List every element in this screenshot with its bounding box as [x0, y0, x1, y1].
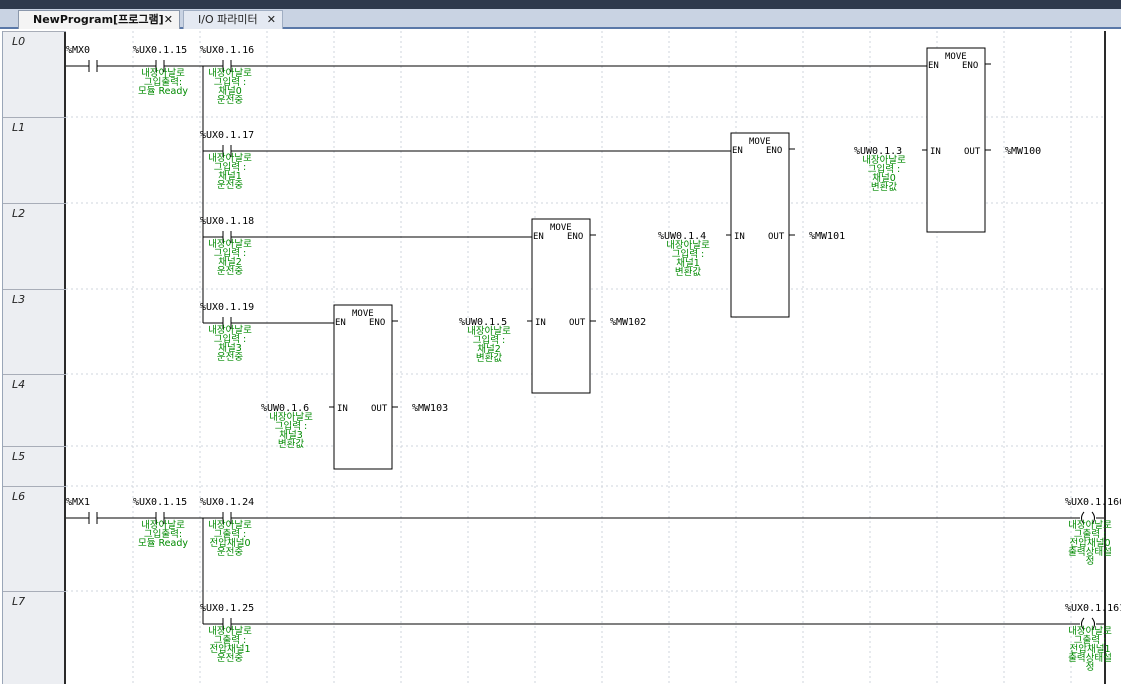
tab-label: I/O 파라미터 — [198, 13, 258, 26]
contact-comment: 운전중 — [217, 352, 243, 363]
contact-comment: 운전중 — [217, 653, 243, 664]
ladder-editor[interactable]: L0 L1 L2 L3 L4 L5 L6 L7 %MX0 %UX0.1.15 내장아날로 그입출력:… — [2, 31, 1121, 684]
contact-comment: 운전중 — [217, 180, 243, 191]
contact-address[interactable]: %UX0.1.15 — [133, 497, 187, 508]
move-in-comment: 변환값 — [278, 438, 304, 450]
move-out-pin: OUT — [768, 232, 785, 242]
move-en-pin: EN — [928, 61, 939, 71]
tab-label: NewProgram[프로그램] — [33, 13, 164, 26]
contact-comment: 모듈 Ready — [138, 86, 188, 97]
tab-io-parameter[interactable]: I/O 파라미터 ✕ — [183, 10, 283, 29]
contact-address[interactable]: %UX0.1.15 — [133, 45, 187, 56]
contact-address[interactable]: %MX0 — [66, 45, 90, 56]
move-in-pin: IN — [734, 232, 745, 242]
move-out-pin: OUT — [371, 404, 388, 414]
close-icon[interactable]: ✕ — [164, 11, 173, 29]
move-in-pin: IN — [535, 318, 546, 328]
move-eno-pin: ENO — [766, 146, 782, 156]
move-out-pin: OUT — [569, 318, 586, 328]
contact-address[interactable]: %UX0.1.17 — [200, 130, 254, 141]
coil-address[interactable]: %UX0.1.160 — [1065, 497, 1121, 508]
move-out-pin: OUT — [964, 147, 981, 157]
move-en-pin: EN — [732, 146, 743, 156]
move-in-pin: IN — [337, 404, 348, 414]
move-in-comment: 변환값 — [675, 266, 701, 278]
coil-comment: 정 — [1086, 662, 1095, 673]
move-function-block[interactable] — [333, 304, 393, 470]
tab-strip: NewProgram[프로그램] ✕ I/O 파라미터 ✕ — [0, 9, 1121, 29]
coil-address[interactable]: %UX0.1.161 — [1065, 603, 1121, 614]
move-out-variable[interactable]: %MW100 — [1005, 146, 1041, 157]
move-en-pin: EN — [335, 318, 346, 328]
window-top-bar — [0, 0, 1121, 9]
close-icon[interactable]: ✕ — [267, 11, 276, 29]
contact-comment: 운전중 — [217, 95, 243, 106]
move-out-variable[interactable]: %MW102 — [610, 317, 646, 328]
contact-address[interactable]: %MX1 — [66, 497, 90, 508]
contact-comment: 운전중 — [217, 547, 243, 558]
move-out-variable[interactable]: %MW101 — [809, 231, 845, 242]
move-function-block[interactable] — [926, 47, 986, 233]
move-function-block[interactable] — [531, 218, 591, 394]
move-eno-pin: ENO — [962, 61, 978, 71]
contact-address[interactable]: %UX0.1.25 — [200, 603, 254, 614]
ladder-diagram[interactable]: %MX0 %UX0.1.15내장아날로그입출력:모듈 Ready%UX0.1.16… — [3, 31, 1121, 684]
contact-address[interactable]: %UX0.1.16 — [200, 45, 254, 56]
contact-address[interactable]: %UX0.1.24 — [200, 497, 254, 508]
coil-comment: 정 — [1086, 556, 1095, 567]
contact-address[interactable]: %UX0.1.19 — [200, 302, 254, 313]
move-in-comment: 변환값 — [476, 352, 502, 364]
move-eno-pin: ENO — [567, 232, 583, 242]
move-in-comment: 변환값 — [871, 181, 897, 193]
contact-comment: 모듈 Ready — [138, 538, 188, 549]
tab-new-program[interactable]: NewProgram[프로그램] ✕ — [18, 10, 180, 29]
move-function-block[interactable] — [730, 132, 790, 318]
move-eno-pin: ENO — [369, 318, 385, 328]
move-out-variable[interactable]: %MW103 — [412, 403, 448, 414]
contact-address[interactable]: %UX0.1.18 — [200, 216, 254, 227]
move-in-pin: IN — [930, 147, 941, 157]
contact-comment: 운전중 — [217, 266, 243, 277]
move-en-pin: EN — [533, 232, 544, 242]
